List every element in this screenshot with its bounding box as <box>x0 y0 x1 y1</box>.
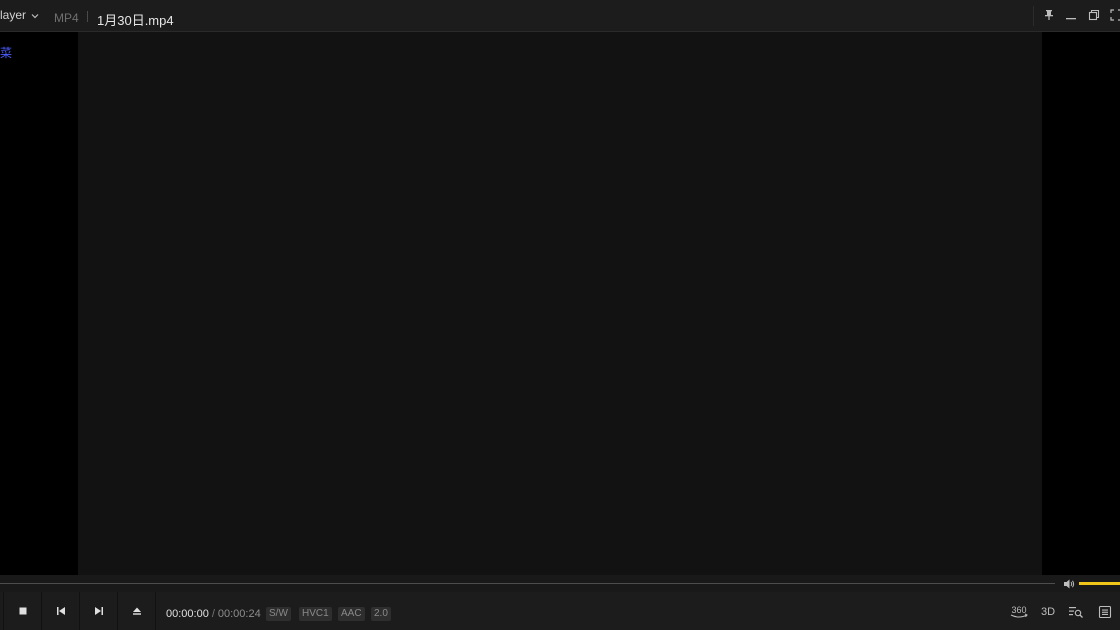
time-display: 00:00:00/00:00:24 <box>166 608 261 620</box>
current-time: 00:00:00 <box>166 608 209 620</box>
chevron-down-icon <box>31 14 39 19</box>
seek-row <box>0 575 1120 592</box>
next-button[interactable] <box>80 592 118 630</box>
360-video-icon: 360 <box>1010 605 1028 618</box>
fullscreen-icon[interactable] <box>1109 8 1120 22</box>
stop-icon <box>19 607 26 615</box>
control-bar: 00:00:00/00:00:24 S/W HVC1 AAC 2.0 360 3… <box>0 592 1120 630</box>
format-label: MP4 <box>54 11 79 25</box>
video-codec-badge[interactable]: HVC1 <box>299 607 332 621</box>
time-separator: / <box>211 608 215 620</box>
left-letterbox: 菜 <box>0 32 78 575</box>
audio-codec-badge[interactable]: AAC <box>338 607 365 621</box>
playlist-icon <box>1098 605 1112 619</box>
stop-button[interactable] <box>4 592 42 630</box>
360-label: 360 <box>1011 605 1026 615</box>
titlebar-divider <box>1033 6 1034 26</box>
eject-button[interactable] <box>118 592 156 630</box>
volume-slider[interactable] <box>1079 582 1120 585</box>
title-bar: layer MP4 1月30日.mp4 <box>0 0 1120 32</box>
app-name: layer <box>0 8 27 22</box>
right-letterbox <box>1042 32 1120 575</box>
previous-icon <box>56 607 65 615</box>
restore-icon[interactable] <box>1087 8 1101 22</box>
file-title: 1月30日.mp4 <box>97 13 174 28</box>
pin-icon[interactable] <box>1042 8 1056 22</box>
eject-icon <box>132 607 141 615</box>
next-icon <box>94 607 103 615</box>
title-separator <box>87 11 88 22</box>
3d-button[interactable]: 3D <box>1039 604 1057 620</box>
previous-button[interactable] <box>42 592 80 630</box>
total-time: 00:00:24 <box>217 608 261 620</box>
left-edge-glyph: 菜 <box>0 46 13 60</box>
3d-icon: 3D <box>1040 606 1056 618</box>
seek-bar[interactable] <box>0 583 1055 584</box>
search-list-icon <box>1069 607 1083 618</box>
minimize-icon[interactable] <box>1064 8 1078 22</box>
volume-icon[interactable] <box>1063 578 1075 590</box>
decoder-badge[interactable]: S/W <box>266 607 291 621</box>
360-video-button[interactable]: 360 <box>1009 604 1029 620</box>
player-window: layer MP4 1月30日.mp4 菜 00:00:00 / 00:00:2… <box>0 0 1120 630</box>
playlist-button[interactable] <box>1097 604 1113 620</box>
audio-channels-badge[interactable]: 2.0 <box>371 607 391 621</box>
video-area[interactable] <box>78 32 1042 575</box>
search-list-button[interactable] <box>1067 604 1085 620</box>
app-menu-button[interactable]: layer <box>0 0 46 32</box>
volume-level <box>1079 582 1120 585</box>
